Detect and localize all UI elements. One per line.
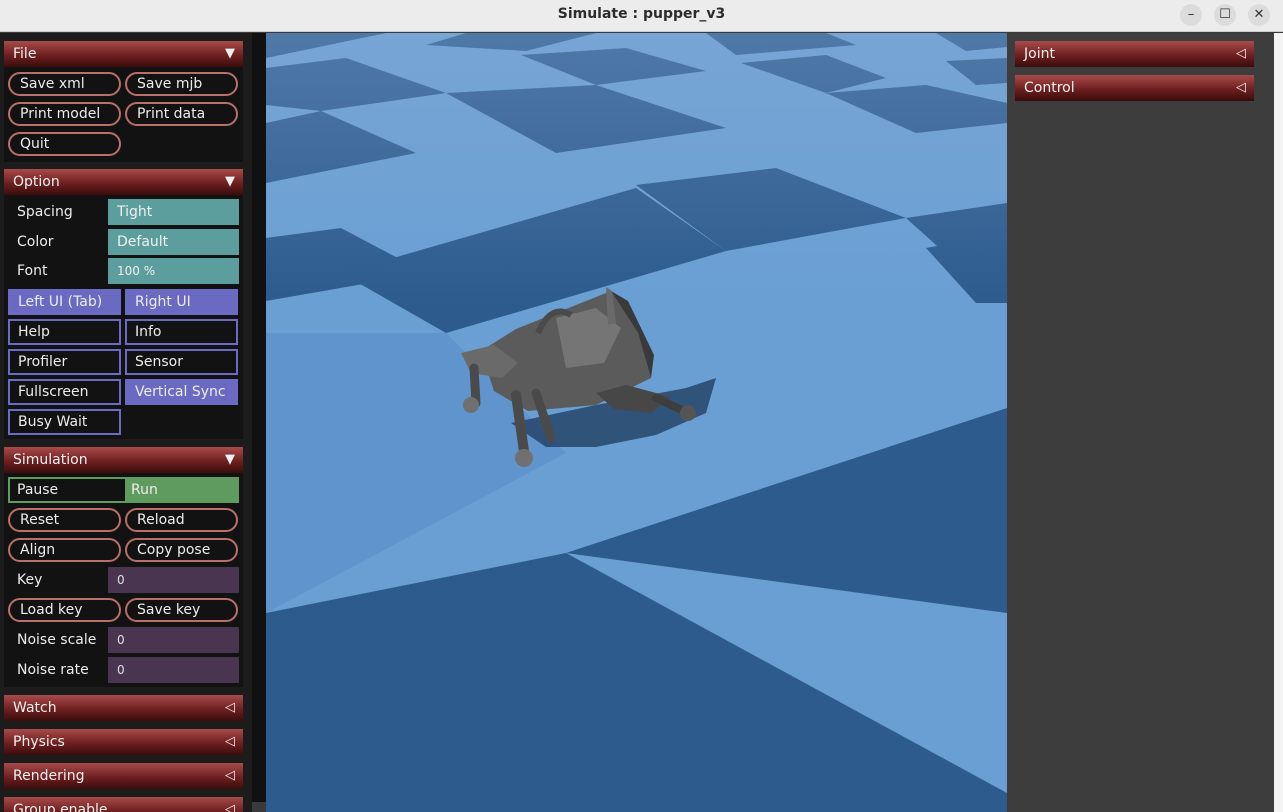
help-toggle[interactable]: Help xyxy=(8,319,121,345)
pause-run-radio: Pause Run xyxy=(8,477,239,503)
copy-pose-button[interactable]: Copy pose xyxy=(125,538,238,562)
reset-button[interactable]: Reset xyxy=(8,508,121,532)
save-xml-button[interactable]: Save xml xyxy=(8,72,121,96)
control-section-title: Control xyxy=(1024,80,1075,96)
spacing-label: Spacing xyxy=(17,204,73,220)
collapse-triangle-icon: ▼ xyxy=(225,46,235,61)
quit-button[interactable]: Quit xyxy=(8,132,121,156)
maximize-button[interactable]: ☐ xyxy=(1214,4,1236,26)
watch-section-header[interactable]: Watch ◁ xyxy=(4,695,243,721)
load-key-button[interactable]: Load key xyxy=(8,598,121,622)
joint-section-title: Joint xyxy=(1024,46,1055,62)
color-label: Color xyxy=(17,234,54,250)
option-section-header[interactable]: Option ▼ xyxy=(4,169,243,195)
busy-wait-toggle[interactable]: Busy Wait xyxy=(8,409,121,435)
group-enable-section-title: Group enable xyxy=(13,802,108,812)
background-window-edge xyxy=(1274,33,1283,812)
sensor-toggle[interactable]: Sensor xyxy=(125,349,238,375)
vertical-sync-toggle[interactable]: Vertical Sync xyxy=(125,379,238,405)
physics-section-title: Physics xyxy=(13,734,65,750)
option-section-title: Option xyxy=(13,174,60,190)
color-select[interactable]: Default xyxy=(108,229,239,255)
noise-rate-input[interactable]: 0 xyxy=(108,657,239,683)
key-label: Key xyxy=(17,572,43,588)
rendering-section: Rendering ◁ xyxy=(4,763,243,789)
font-select[interactable]: 100 % xyxy=(108,258,239,284)
expand-triangle-icon: ◁ xyxy=(1236,46,1246,61)
reload-button[interactable]: Reload xyxy=(125,508,238,532)
simulation-section: Simulation ▼ Pause Run Reset Reload Alig… xyxy=(4,447,243,687)
noise-scale-label: Noise scale xyxy=(17,632,97,648)
align-button[interactable]: Align xyxy=(8,538,121,562)
run-option[interactable]: Run xyxy=(125,479,237,501)
noise-rate-label: Noise rate xyxy=(17,662,89,678)
physics-section-header[interactable]: Physics ◁ xyxy=(4,729,243,755)
right-ui-panel: Joint ◁ Control ◁ xyxy=(1007,33,1283,812)
physics-section: Physics ◁ xyxy=(4,729,243,755)
key-slider[interactable]: 0 xyxy=(108,567,239,593)
group-enable-section: Group enable ◁ xyxy=(4,797,243,812)
font-label: Font xyxy=(17,263,48,279)
print-data-button[interactable]: Print data xyxy=(125,102,238,126)
rendering-section-title: Rendering xyxy=(13,768,85,784)
simulation-section-title: Simulation xyxy=(13,452,88,468)
control-section-header[interactable]: Control ◁ xyxy=(1015,75,1254,101)
collapse-triangle-icon: ▼ xyxy=(225,452,235,467)
watch-section: Watch ◁ xyxy=(4,695,243,721)
file-section-title: File xyxy=(13,46,37,62)
file-section: File ▼ Save xml Save mjb Print model Pri… xyxy=(4,41,243,162)
save-key-button[interactable]: Save key xyxy=(125,598,238,622)
group-enable-section-header[interactable]: Group enable ◁ xyxy=(4,797,243,812)
window-titlebar: Simulate : pupper_v3 – ☐ ✕ xyxy=(0,0,1283,32)
profiler-toggle[interactable]: Profiler xyxy=(8,349,121,375)
joint-section-header[interactable]: Joint ◁ xyxy=(1015,41,1254,67)
simulation-section-header[interactable]: Simulation ▼ xyxy=(4,447,243,473)
expand-triangle-icon: ◁ xyxy=(1236,80,1246,95)
watch-section-title: Watch xyxy=(13,700,57,716)
noise-scale-input[interactable]: 0 xyxy=(108,627,239,653)
left-ui-toggle[interactable]: Left UI (Tab) xyxy=(8,289,121,315)
print-model-button[interactable]: Print model xyxy=(8,102,121,126)
fullscreen-toggle[interactable]: Fullscreen xyxy=(8,379,121,405)
simulation-viewport[interactable] xyxy=(266,33,1007,812)
save-mjb-button[interactable]: Save mjb xyxy=(125,72,238,96)
expand-triangle-icon: ◁ xyxy=(225,768,235,783)
rendering-section-header[interactable]: Rendering ◁ xyxy=(4,763,243,789)
file-section-header[interactable]: File ▼ xyxy=(4,41,243,67)
collapse-triangle-icon: ▼ xyxy=(225,174,235,189)
window-title: Simulate : pupper_v3 xyxy=(557,6,726,22)
minimize-button[interactable]: – xyxy=(1180,4,1202,26)
left-ui-panel: File ▼ Save xml Save mjb Print model Pri… xyxy=(0,33,252,812)
info-toggle[interactable]: Info xyxy=(125,319,238,345)
left-panel-scrollbar[interactable] xyxy=(252,33,266,802)
expand-triangle-icon: ◁ xyxy=(225,802,235,812)
expand-triangle-icon: ◁ xyxy=(225,700,235,715)
option-section: Option ▼ Spacing Tight Color Default Fon… xyxy=(4,169,243,439)
floor-scene xyxy=(266,33,1007,812)
pause-option[interactable]: Pause xyxy=(10,479,123,501)
close-button[interactable]: ✕ xyxy=(1248,4,1270,26)
spacing-select[interactable]: Tight xyxy=(108,199,239,225)
expand-triangle-icon: ◁ xyxy=(225,734,235,749)
right-ui-toggle[interactable]: Right UI xyxy=(125,289,238,315)
